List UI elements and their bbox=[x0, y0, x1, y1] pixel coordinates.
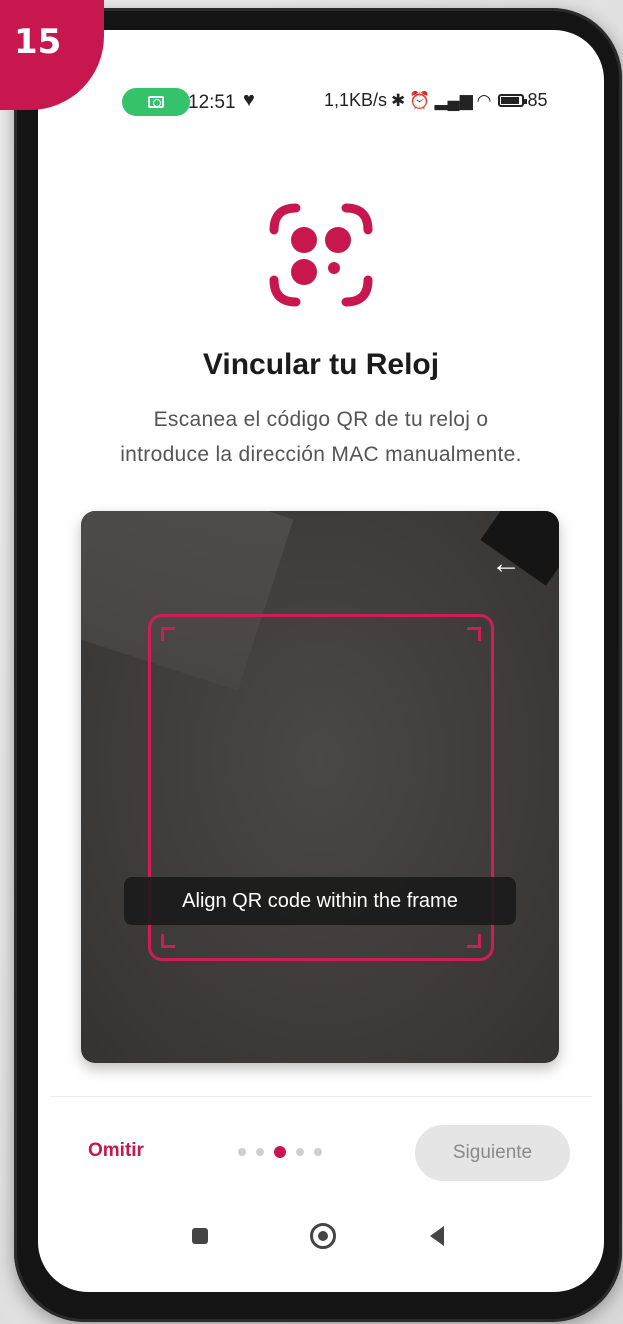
heart-icon: ♥ bbox=[243, 89, 255, 111]
page-subtitle: Escanea el código QR de tu reloj o intro… bbox=[58, 402, 584, 472]
frame-corner bbox=[161, 627, 175, 641]
divider bbox=[50, 1096, 592, 1097]
home-icon[interactable] bbox=[310, 1223, 336, 1249]
signal-icon: ▂▄▆ bbox=[434, 90, 473, 110]
qr-camera-preview[interactable]: ← Align QR code within the frame bbox=[81, 511, 559, 1063]
frame-corner bbox=[467, 627, 481, 641]
alarm-icon: ⏰ bbox=[409, 90, 431, 110]
skip-button[interactable]: Omitir bbox=[88, 1140, 144, 1162]
page-title: Vincular tu Reloj bbox=[202, 348, 440, 381]
battery-percent: 85 bbox=[527, 90, 548, 110]
status-indicators: 1,1KB/s ✱ ⏰ ▂▄▆ ◠ 85 bbox=[324, 90, 548, 111]
subtitle-line: introduce la dirección MAC manualmente. bbox=[120, 443, 522, 466]
page-indicator bbox=[238, 1146, 322, 1158]
next-button[interactable]: Siguiente bbox=[415, 1125, 570, 1181]
page-dot bbox=[314, 1148, 322, 1156]
back-arrow-icon[interactable]: ← bbox=[491, 549, 521, 579]
system-nav-bar bbox=[38, 1218, 604, 1258]
scan-face-icon bbox=[269, 203, 373, 307]
frame-corner bbox=[161, 934, 175, 948]
page-dot bbox=[256, 1148, 264, 1156]
camera-icon bbox=[148, 96, 164, 108]
network-speed: 1,1KB/s bbox=[324, 90, 388, 110]
nav-back-icon[interactable] bbox=[430, 1226, 444, 1246]
page-dot bbox=[296, 1148, 304, 1156]
subtitle-line: Escanea el código QR de tu reloj o bbox=[153, 408, 489, 431]
app-screen: 12:51 ♥ 1,1KB/s ✱ ⏰ ▂▄▆ ◠ 85 Vincular tu… bbox=[38, 30, 604, 1292]
page-dot bbox=[238, 1148, 246, 1156]
step-number: 15 bbox=[14, 22, 62, 62]
status-time: 12:51 bbox=[188, 92, 236, 113]
camera-in-use-indicator bbox=[122, 88, 190, 116]
bluetooth-icon: ✱ bbox=[391, 90, 406, 110]
recent-apps-icon[interactable] bbox=[192, 1228, 208, 1244]
wifi-icon: ◠ bbox=[476, 90, 492, 110]
status-bar: 12:51 ♥ 1,1KB/s ✱ ⏰ ▂▄▆ ◠ 85 bbox=[38, 80, 604, 120]
page-dot-active bbox=[274, 1146, 286, 1158]
battery-icon bbox=[497, 94, 527, 107]
scan-hint: Align QR code within the frame bbox=[124, 877, 516, 925]
frame-corner bbox=[467, 934, 481, 948]
